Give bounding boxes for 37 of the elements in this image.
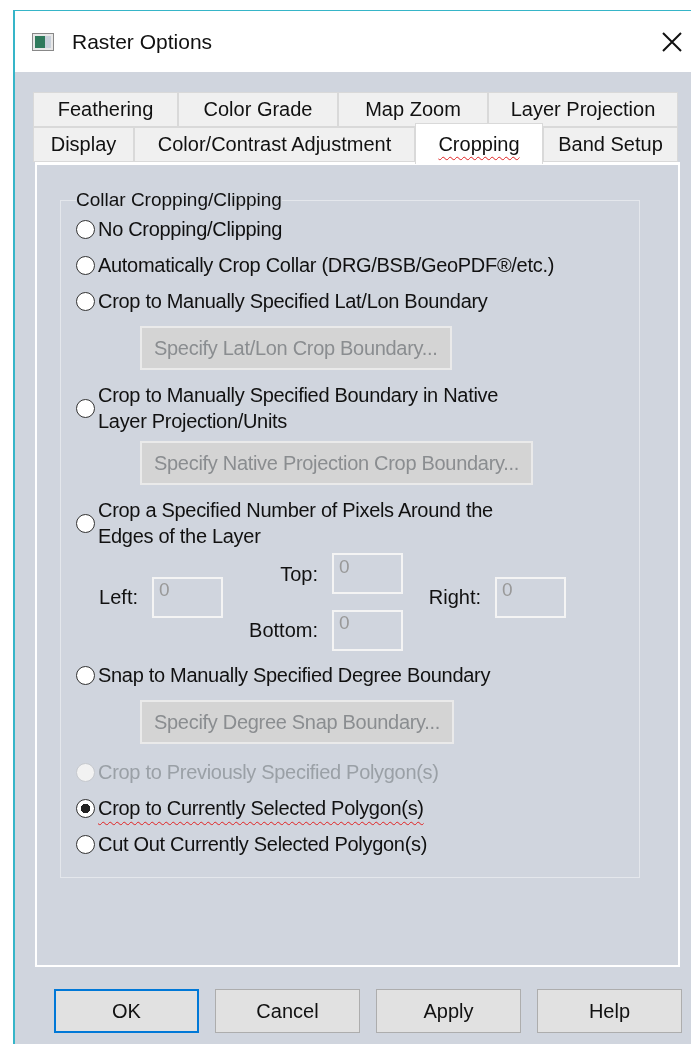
tab[interactable]: Map Zoom (338, 92, 488, 127)
window-icon (32, 32, 54, 51)
radio-button[interactable] (76, 798, 95, 818)
field-label: Right: (428, 585, 481, 609)
radio-button[interactable] (76, 398, 95, 418)
dialog-button[interactable]: Cancel (215, 989, 360, 1033)
tab[interactable]: Band Setup (543, 127, 678, 162)
radio-button[interactable] (76, 834, 95, 854)
tab[interactable]: Color Grade (178, 92, 338, 127)
radio-label: Automatically Crop Collar (DRG/BSB/GeoPDF®/etc.) (98, 253, 555, 277)
dialog-button[interactable]: Help (537, 989, 682, 1033)
close-icon[interactable] (662, 31, 682, 52)
window-title: Raster Options (72, 29, 214, 54)
radio-label: Crop a Specified Number of Pixels Around the Edges of the Layer (98, 498, 494, 549)
field-label: Left: (99, 585, 138, 609)
dialog-button[interactable]: OK (54, 989, 199, 1033)
radio-label: Crop to Previously Specified Polygon(s) (98, 760, 439, 784)
tab[interactable]: Layer Projection (488, 92, 678, 127)
radio-button[interactable] (76, 219, 95, 239)
field-label: Bottom: (249, 618, 318, 642)
radio-button[interactable] (76, 665, 95, 685)
dialog-button[interactable]: Apply (376, 989, 521, 1033)
radio-button[interactable] (76, 513, 95, 533)
radio-label: Crop to Manually Specified Boundary in Native Layer Projection/Units (98, 383, 500, 434)
radio-label: Snap to Manually Specified Degree Boundary (98, 663, 491, 687)
tab[interactable]: Cropping (415, 123, 543, 164)
radio-label: No Cropping/Clipping (98, 217, 283, 241)
group-title: Collar Cropping/Clipping (76, 189, 282, 211)
radio-label: Cut Out Currently Selected Polygon(s) (98, 832, 428, 856)
radio-button[interactable] (76, 291, 95, 311)
radio-label: Crop to Manually Specified Lat/Lon Boundary (98, 289, 488, 313)
radio-button[interactable] (76, 255, 95, 275)
field-label: Top: (280, 562, 318, 586)
tab[interactable]: Feathering (33, 92, 178, 127)
tab[interactable]: Color/Contrast Adjustment (134, 127, 415, 162)
tab[interactable]: Display (33, 127, 134, 162)
radio-label: Crop to Currently Selected Polygon(s) (98, 796, 424, 820)
